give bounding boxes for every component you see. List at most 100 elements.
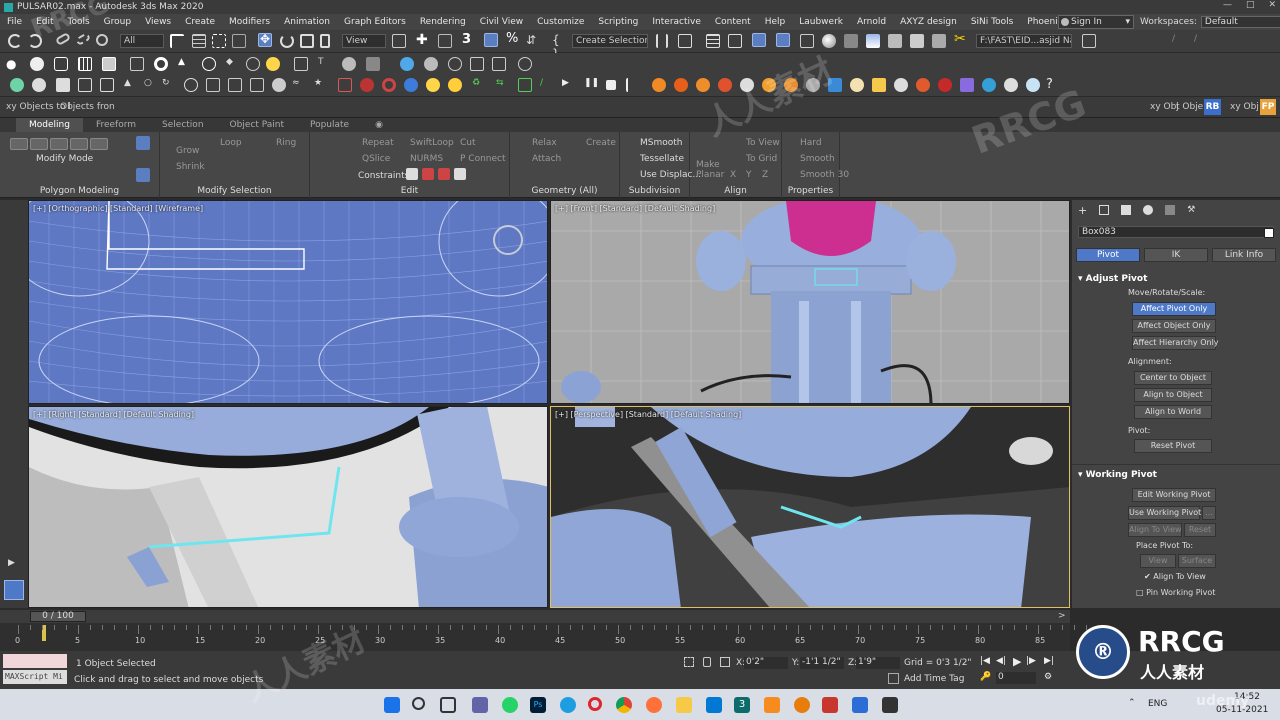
photoshop-icon[interactable]: Ps xyxy=(530,697,546,713)
spotlight-icon[interactable]: ▲ xyxy=(124,78,138,92)
adjust-pivot-rollout[interactable]: ▾ Adjust Pivot xyxy=(1078,274,1147,284)
hedra-icon[interactable]: ◆ xyxy=(226,57,240,71)
phoenix-cloud-icon[interactable] xyxy=(1026,78,1040,92)
hard-label[interactable]: Hard xyxy=(800,138,822,148)
msmooth-label[interactable]: MSmooth xyxy=(640,138,683,148)
menu-edit[interactable]: Edit xyxy=(29,17,60,27)
sphere-icon[interactable] xyxy=(30,57,44,71)
phoenix-wind-icon[interactable] xyxy=(982,78,996,92)
next-frame-icon[interactable]: |▶ xyxy=(1026,656,1036,666)
constraint-edge-icon[interactable] xyxy=(422,168,434,180)
target-light-icon[interactable] xyxy=(56,78,70,92)
curve-editor-icon[interactable] xyxy=(776,33,790,47)
subdivision-label[interactable]: Subdivision xyxy=(620,186,689,196)
display-panel-icon[interactable] xyxy=(1165,205,1176,215)
shape-icon[interactable]: ○ xyxy=(144,78,158,92)
capsule-icon[interactable] xyxy=(266,57,280,71)
add-time-tag[interactable]: Add Time Tag xyxy=(904,674,964,684)
viewport-perspective[interactable]: [+] [Perspective] [Standard] [Default Sh… xyxy=(550,406,1070,608)
minimize-icon[interactable]: — xyxy=(1223,0,1232,10)
chevron-up-icon[interactable]: ⌃ xyxy=(1128,698,1136,708)
create-panel-icon[interactable]: + xyxy=(1078,204,1087,217)
schematic-view-icon[interactable] xyxy=(800,34,814,48)
play-icon[interactable]: ▶ xyxy=(562,78,576,92)
named-selection-dropdown[interactable]: Create Selection Se xyxy=(572,34,648,48)
smooth-label[interactable]: Smooth xyxy=(800,154,835,164)
sphere-red-icon[interactable] xyxy=(360,78,374,92)
grid-helper-icon[interactable] xyxy=(206,78,220,92)
ribbon-tab-populate[interactable]: Populate xyxy=(297,120,362,130)
spinner-snap-icon[interactable]: ⇵ xyxy=(526,34,540,48)
vlc-icon[interactable] xyxy=(764,697,780,713)
time-slider[interactable]: 0 / 100 > xyxy=(0,610,1070,623)
scissors-icon[interactable]: ✂ xyxy=(954,31,968,47)
menu-help[interactable]: Help xyxy=(758,17,793,27)
viewcube-icon[interactable] xyxy=(493,225,523,255)
set-project-icon[interactable] xyxy=(1082,34,1096,48)
menu-sini-tools[interactable]: SiNi Tools xyxy=(964,17,1020,27)
render-setup-icon[interactable] xyxy=(866,34,880,48)
fog-icon[interactable]: ≈ xyxy=(292,78,306,92)
swap-icon[interactable]: ⇆ xyxy=(496,78,510,92)
phoenix-mesher-icon[interactable] xyxy=(806,78,820,92)
window-crossing-icon[interactable] xyxy=(232,34,246,48)
recycle-icon[interactable]: ♻ xyxy=(472,78,486,92)
layer-explorer-icon[interactable] xyxy=(728,34,742,48)
sun-icon[interactable] xyxy=(448,78,462,92)
scene-explorer-right-1[interactable]: xy Obj xyxy=(1150,102,1179,112)
hierarchy-panel-icon[interactable] xyxy=(1121,205,1132,215)
play-arrow-icon[interactable]: ▶ xyxy=(8,558,15,568)
select-object-icon[interactable] xyxy=(170,34,184,48)
hierarchy-tab-pivot[interactable]: Pivot xyxy=(1076,248,1140,262)
selection-icon[interactable] xyxy=(136,136,150,150)
torus-red-icon[interactable] xyxy=(382,78,396,92)
windows-start-icon[interactable] xyxy=(384,697,400,713)
edit-group-label[interactable]: Edit xyxy=(310,186,509,196)
torus-icon[interactable] xyxy=(154,57,168,71)
scale-icon[interactable] xyxy=(300,34,314,48)
speaker-icon[interactable] xyxy=(272,78,286,92)
select-by-name-icon[interactable] xyxy=(192,34,206,48)
phoenix-particle-icon[interactable] xyxy=(718,78,732,92)
angle-snap-icon[interactable] xyxy=(484,33,498,47)
viewport-label-perspective[interactable]: [+] [Perspective] [Standard] [Default Sh… xyxy=(555,410,741,419)
ribbon-tab-modeling[interactable]: Modeling xyxy=(16,118,83,132)
menu-file[interactable]: File xyxy=(0,17,29,27)
border-mode-icon[interactable] xyxy=(50,138,68,150)
place-pivot-view-button[interactable]: View xyxy=(1140,554,1176,568)
time-slider-knob[interactable]: 0 / 100 xyxy=(30,611,86,622)
app-icon-dark[interactable] xyxy=(882,697,898,713)
menu-rendering[interactable]: Rendering xyxy=(413,17,473,27)
phoenix-sim-icon[interactable] xyxy=(740,78,754,92)
phoenix-cup-icon[interactable] xyxy=(872,78,886,92)
placement-icon[interactable] xyxy=(320,34,330,48)
box-icon[interactable] xyxy=(102,57,116,71)
teapot-icon[interactable]: ● xyxy=(6,57,20,71)
viewport-label-right[interactable]: [+] [Right] [Standard] [Default Shading] xyxy=(33,410,194,419)
teams-icon[interactable] xyxy=(472,697,488,713)
3dsmax-icon[interactable]: 3 xyxy=(734,697,750,713)
current-frame-field[interactable]: 0 xyxy=(996,672,1036,684)
menu-graph-editors[interactable]: Graph Editors xyxy=(337,17,413,27)
go-to-end-icon[interactable]: ▶| xyxy=(1044,656,1054,666)
maxscript-mini-listener[interactable]: MAXScript Mi xyxy=(3,670,67,684)
scene-explorer-left-2[interactable]: Objects fron xyxy=(60,102,115,112)
element-mode-icon[interactable] xyxy=(90,138,108,150)
relax-label[interactable]: Relax xyxy=(532,138,557,148)
align-icon[interactable] xyxy=(678,34,692,48)
bind-space-warp-icon[interactable] xyxy=(96,34,108,46)
menu-interactive[interactable]: Interactive xyxy=(645,17,707,27)
create-label[interactable]: Create xyxy=(586,138,616,148)
language-indicator[interactable]: ENG xyxy=(1148,699,1167,709)
menu-civil-view[interactable]: Civil View xyxy=(473,17,530,27)
geosphere-icon[interactable] xyxy=(202,57,216,71)
track-bar[interactable]: 051015202530354045505560657075808590 xyxy=(0,623,1105,651)
move-icon[interactable]: ✥ xyxy=(258,32,272,47)
workspace-select[interactable]: Default xyxy=(1200,16,1280,28)
edge-icon[interactable] xyxy=(560,697,576,713)
align-to-object-button[interactable]: Align to Object xyxy=(1134,388,1212,402)
toggle-ribbon-icon[interactable] xyxy=(752,33,766,47)
reset-working-pivot-button[interactable]: Reset xyxy=(1184,523,1216,537)
lock-icon[interactable] xyxy=(703,657,711,667)
time-config-icon[interactable]: ⚙ xyxy=(1044,672,1052,682)
